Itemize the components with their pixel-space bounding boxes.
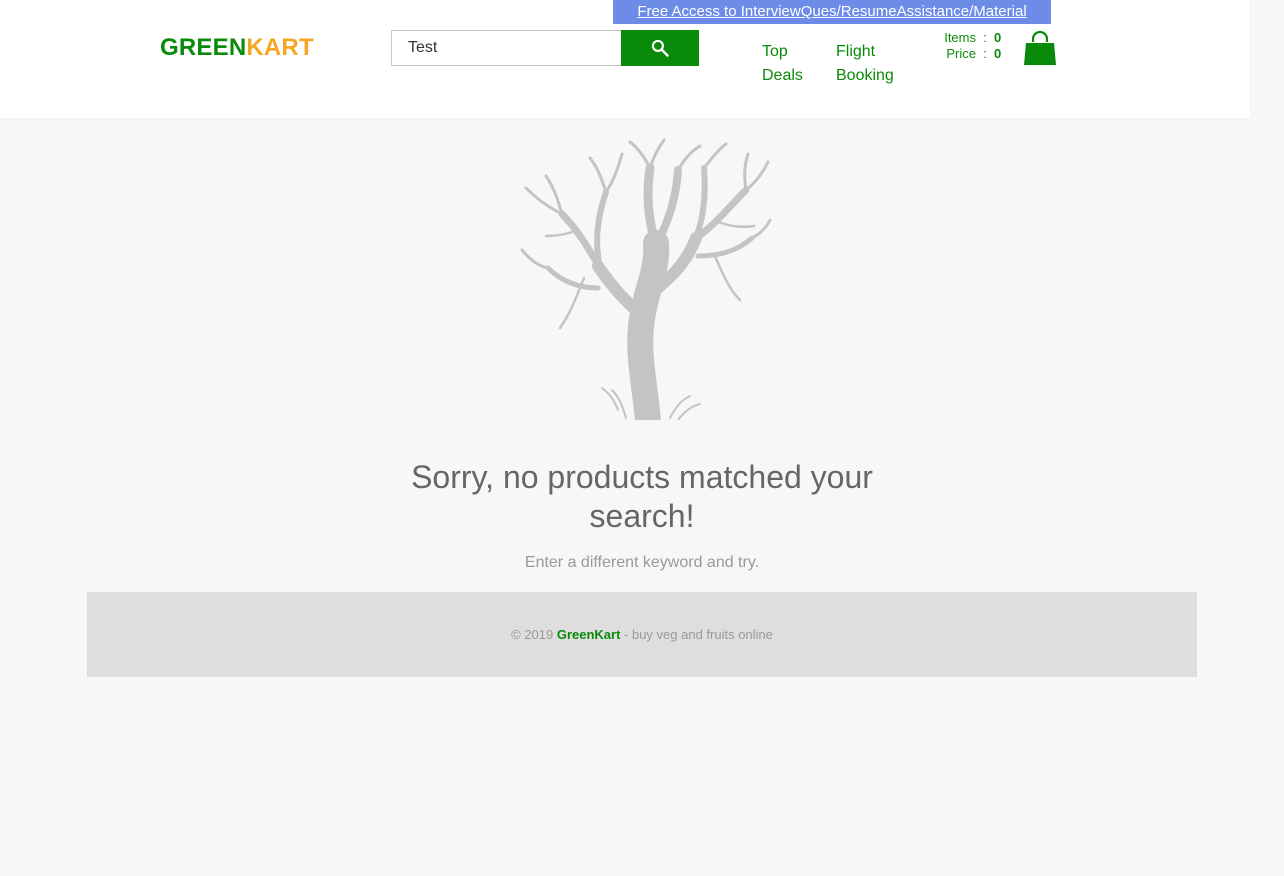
search-icon bbox=[651, 39, 669, 57]
footer: © 2019 GreenKart - buy veg and fruits on… bbox=[87, 592, 1197, 677]
search-button[interactable] bbox=[621, 30, 699, 66]
empty-state-title: Sorry, no products matched your search! bbox=[411, 459, 873, 534]
promo-link[interactable]: Free Access to InterviewQues/ResumeAssis… bbox=[613, 0, 1051, 24]
brand-logo[interactable]: GREENKART bbox=[160, 34, 314, 62]
bare-tree-image bbox=[520, 138, 772, 420]
cart-items-label: Items bbox=[944, 30, 976, 45]
empty-state-subtitle: Enter a different keyword and try. bbox=[524, 554, 760, 571]
cart-price-separator: : bbox=[983, 46, 987, 61]
cart-price-value: 0 bbox=[994, 46, 1002, 61]
footer-brand: GreenKart bbox=[556, 627, 621, 642]
cart-button[interactable] bbox=[1022, 30, 1058, 66]
cart-price-row: Price : 0 bbox=[930, 46, 1010, 62]
cart-items-count: 0 bbox=[994, 30, 1002, 45]
shopping-bag-icon bbox=[1024, 30, 1056, 65]
search-box bbox=[391, 30, 699, 66]
brand-logo-kart: KART bbox=[246, 34, 314, 61]
cart-info: Items : 0 Price : 0 bbox=[930, 30, 1010, 62]
footer-copyright: © 2019 bbox=[511, 627, 554, 642]
search-input[interactable] bbox=[391, 30, 621, 66]
cart-items-separator: : bbox=[983, 30, 987, 45]
header: Free Access to InterviewQues/ResumeAssis… bbox=[0, 0, 1250, 118]
brand-logo-green: GREEN bbox=[160, 34, 247, 61]
cart-items-row: Items : 0 bbox=[930, 30, 1010, 46]
cart-price-label: Price bbox=[946, 46, 976, 61]
footer-tagline: - buy veg and fruits online bbox=[624, 627, 773, 642]
nav-flight-booking[interactable]: Flight Booking bbox=[836, 40, 906, 88]
nav-top-deals[interactable]: Top Deals bbox=[762, 40, 812, 88]
